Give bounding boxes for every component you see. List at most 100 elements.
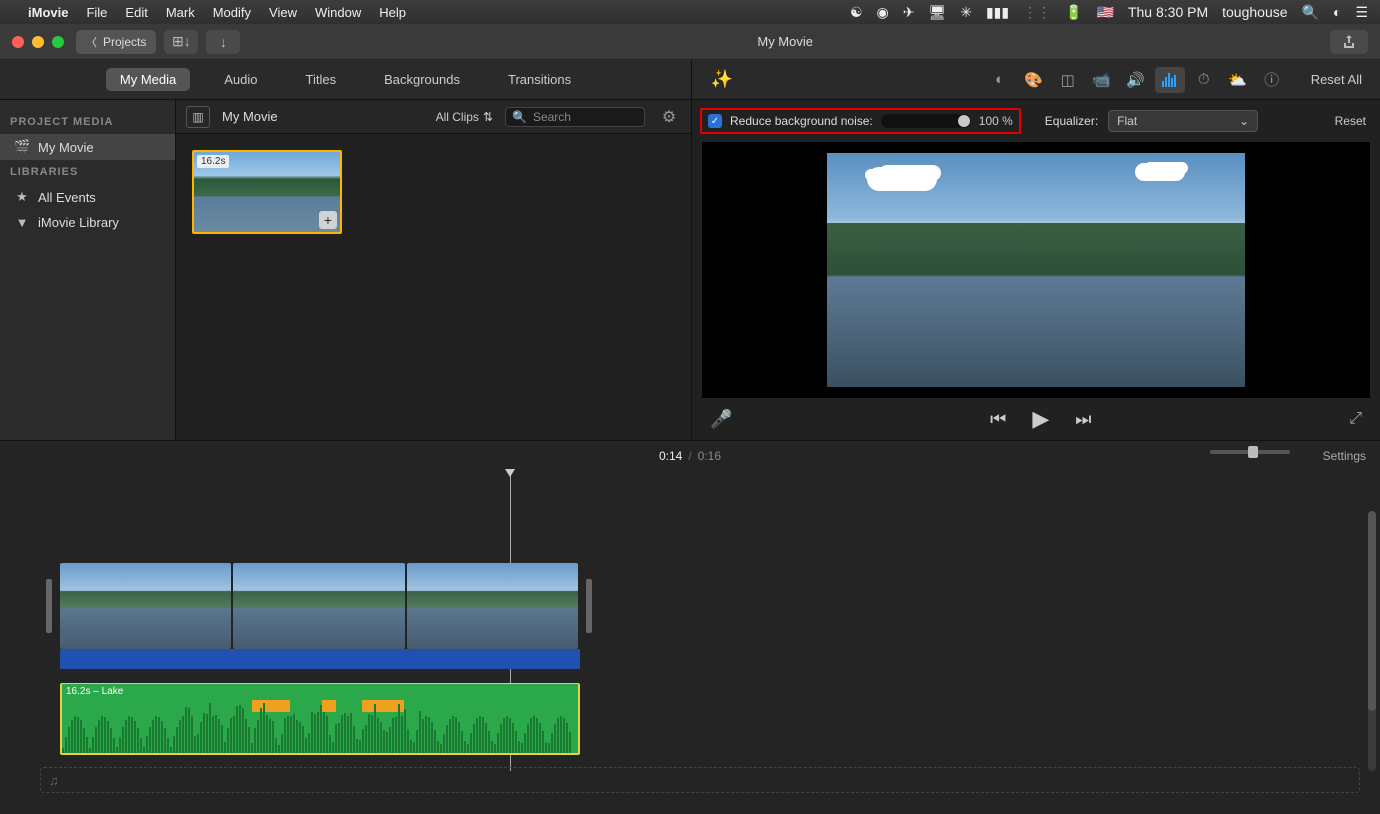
voiceover-mic-icon[interactable]: 🎤 [710, 409, 732, 430]
fullscreen-window-button[interactable] [52, 36, 64, 48]
siri-icon[interactable]: ◉ [877, 4, 889, 21]
sidebar-item-imovie-library[interactable]: ▼ iMovie Library [0, 210, 175, 235]
next-frame-button[interactable]: ⏭ [1075, 409, 1091, 430]
media-header: ▥ My Movie All Clips ⇅ 🔍 Search ⚙ [176, 100, 691, 134]
wifi-icon[interactable]: ⋮⋮ [1023, 4, 1051, 21]
scrollbar-thumb[interactable] [1368, 511, 1376, 711]
disclosure-triangle-icon[interactable]: ▼ [14, 215, 30, 230]
sidebar-item-my-movie[interactable]: 🎬 My Movie [0, 134, 175, 160]
menu-file[interactable]: File [86, 5, 107, 20]
reduce-noise-checkbox[interactable]: ✓ [708, 114, 722, 128]
app-name[interactable]: iMovie [28, 5, 68, 20]
power-icon[interactable]: 🔋 [1065, 4, 1082, 21]
timeline-settings-button[interactable]: Settings [1323, 449, 1366, 463]
tab-transitions[interactable]: Transitions [494, 68, 585, 91]
timeline-zoom-slider[interactable] [1210, 450, 1290, 454]
preview-frame-image [827, 153, 1245, 387]
download-button[interactable]: ↓ [206, 30, 240, 54]
timeline-body[interactable]: 16.2s – Lake ♫ [0, 471, 1380, 801]
display-icon[interactable]: 🖥 [928, 4, 946, 21]
tab-backgrounds[interactable]: Backgrounds [370, 68, 474, 91]
equalizer-select[interactable]: Flat ⌄ [1108, 110, 1258, 132]
prev-frame-button[interactable]: ⏮ [990, 409, 1006, 430]
clip-trim-handle-left[interactable] [46, 579, 52, 633]
music-note-icon: ♫ [49, 773, 59, 788]
play-button[interactable]: ▶ [1032, 406, 1049, 432]
color-balance-icon[interactable]: ◐ [985, 67, 1015, 93]
preview-panel: ✓ Reduce background noise: 100 % Equaliz… [692, 100, 1380, 440]
back-to-projects-button[interactable]: 〈 Projects [76, 30, 156, 54]
reset-button[interactable]: Reset [1329, 114, 1372, 128]
clip-trim-handle-right[interactable] [586, 579, 592, 633]
sidebar-item-label: All Events [38, 190, 96, 205]
menu-mark[interactable]: Mark [166, 5, 195, 20]
menu-modify[interactable]: Modify [213, 5, 251, 20]
inspector-toolbar: ✨ ◐ 🎨 ◫ 📹 🔊 ⏱ ⛅ ⓘ Reset All [692, 60, 1380, 100]
window-titlebar: 〈 Projects ⊞↓ ↓ My Movie [0, 24, 1380, 60]
clock[interactable]: Thu 8:30 PM [1128, 4, 1208, 20]
spotlight-icon[interactable]: 🔍 [1302, 4, 1319, 21]
fullscreen-icon[interactable]: ⤢ [1349, 410, 1362, 428]
media-browser: ▥ My Movie All Clips ⇅ 🔍 Search ⚙ 16.2s … [176, 100, 692, 440]
clip-filter-dropdown[interactable]: All Clips ⇅ [436, 110, 493, 124]
control-center-icon[interactable]: ◐ [1333, 4, 1341, 20]
section-libraries: LIBRARIES [0, 160, 175, 184]
video-track-clip[interactable] [60, 563, 580, 659]
slider-knob[interactable] [1248, 446, 1258, 458]
color-correction-icon[interactable]: 🎨 [1019, 67, 1049, 93]
reset-all-button[interactable]: Reset All [1303, 72, 1370, 87]
speed-icon[interactable]: ⏱ [1189, 67, 1219, 93]
menu-extras-icon[interactable]: ☰ [1355, 4, 1368, 21]
info-icon[interactable]: ⓘ [1257, 67, 1287, 93]
auto-enhance-icon[interactable]: ✨ [702, 69, 742, 90]
music-drop-zone[interactable]: ♫ [40, 767, 1360, 793]
media-grid: 16.2s + [176, 134, 691, 440]
share-button[interactable] [1330, 30, 1368, 54]
slider-knob[interactable] [958, 115, 970, 127]
menu-edit[interactable]: Edit [125, 5, 147, 20]
chevron-down-icon: ⌄ [1239, 114, 1249, 128]
status-icons: ☯ ◉ ✈ 🖥 ✳ ▮▮▮ ⋮⋮ 🔋 🇺🇸 Thu 8:30 PM tougho… [850, 4, 1368, 21]
timecode-total: 0:16 [698, 449, 721, 463]
wechat-icon[interactable]: ☯ [850, 4, 863, 21]
location-icon[interactable]: ✈ [903, 4, 915, 21]
tab-audio[interactable]: Audio [210, 68, 271, 91]
gear-icon[interactable]: ⚙ [657, 107, 681, 127]
sidebar-item-label: My Movie [38, 140, 94, 155]
updown-icon: ⇅ [483, 110, 493, 124]
video-preview[interactable] [702, 142, 1370, 398]
clip-thumbnail[interactable]: 16.2s + [192, 150, 342, 234]
star-icon: ★ [14, 189, 30, 205]
crop-icon[interactable]: ◫ [1053, 67, 1083, 93]
stabilize-icon[interactable]: 📹 [1087, 67, 1117, 93]
menu-view[interactable]: View [269, 5, 297, 20]
audio-track-clip[interactable]: 16.2s – Lake [60, 683, 580, 755]
tab-titles[interactable]: Titles [292, 68, 351, 91]
username[interactable]: toughouse [1222, 4, 1287, 20]
filters-icon[interactable]: ⛅ [1223, 67, 1253, 93]
timeline-scrollbar[interactable] [1368, 511, 1376, 771]
clapperboard-icon: 🎬 [14, 139, 30, 155]
library-sidebar: PROJECT MEDIA 🎬 My Movie LIBRARIES ★ All… [0, 100, 176, 440]
menu-help[interactable]: Help [379, 5, 406, 20]
video-track-audio-strip[interactable] [60, 649, 580, 669]
tab-my-media[interactable]: My Media [106, 68, 190, 91]
window-title: My Movie [240, 34, 1330, 49]
bluetooth-icon[interactable]: ✳ [960, 4, 972, 21]
search-input[interactable]: 🔍 Search [505, 107, 645, 127]
battery-icon[interactable]: ▮▮▮ [986, 4, 1009, 21]
noise-reduction-icon[interactable] [1155, 67, 1185, 93]
menu-window[interactable]: Window [315, 5, 361, 20]
sidebar-item-label: iMovie Library [38, 215, 119, 230]
chevron-left-icon: 〈 [86, 34, 97, 50]
flag-icon[interactable]: 🇺🇸 [1097, 4, 1114, 21]
reduce-noise-slider[interactable] [881, 114, 971, 128]
list-view-toggle[interactable]: ▥ [186, 106, 210, 128]
volume-icon[interactable]: 🔊 [1121, 67, 1151, 93]
sidebar-item-all-events[interactable]: ★ All Events [0, 184, 175, 210]
import-media-button[interactable]: ⊞↓ [164, 30, 198, 54]
audio-waveform [62, 703, 578, 753]
minimize-window-button[interactable] [32, 36, 44, 48]
add-clip-button[interactable]: + [319, 211, 337, 229]
close-window-button[interactable] [12, 36, 24, 48]
